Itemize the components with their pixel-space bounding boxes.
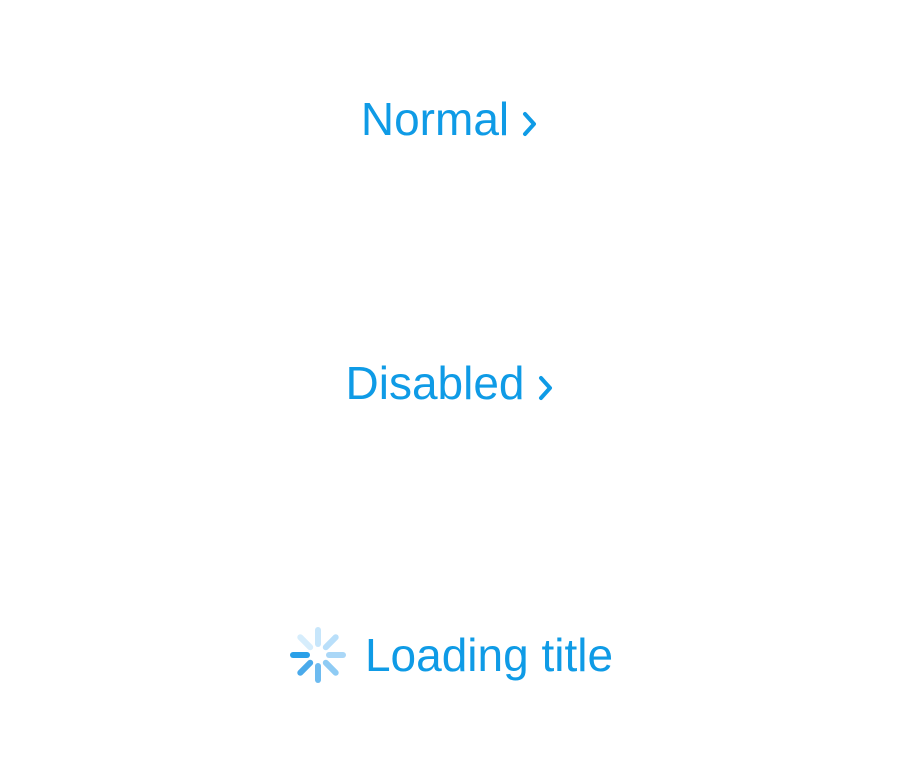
screen: Normal Disabled Loading title <box>0 0 900 768</box>
normal-button-label: Normal <box>360 93 510 145</box>
chevron-right-icon <box>537 373 555 403</box>
chevron-right-icon <box>521 109 539 139</box>
normal-button[interactable]: Normal <box>0 96 900 142</box>
loading-button[interactable]: Loading title <box>0 624 900 686</box>
loading-button-label: Loading title <box>364 629 614 681</box>
spinner-icon <box>287 624 349 686</box>
disabled-button-label: Disabled <box>345 357 525 409</box>
disabled-button[interactable]: Disabled <box>0 360 900 406</box>
